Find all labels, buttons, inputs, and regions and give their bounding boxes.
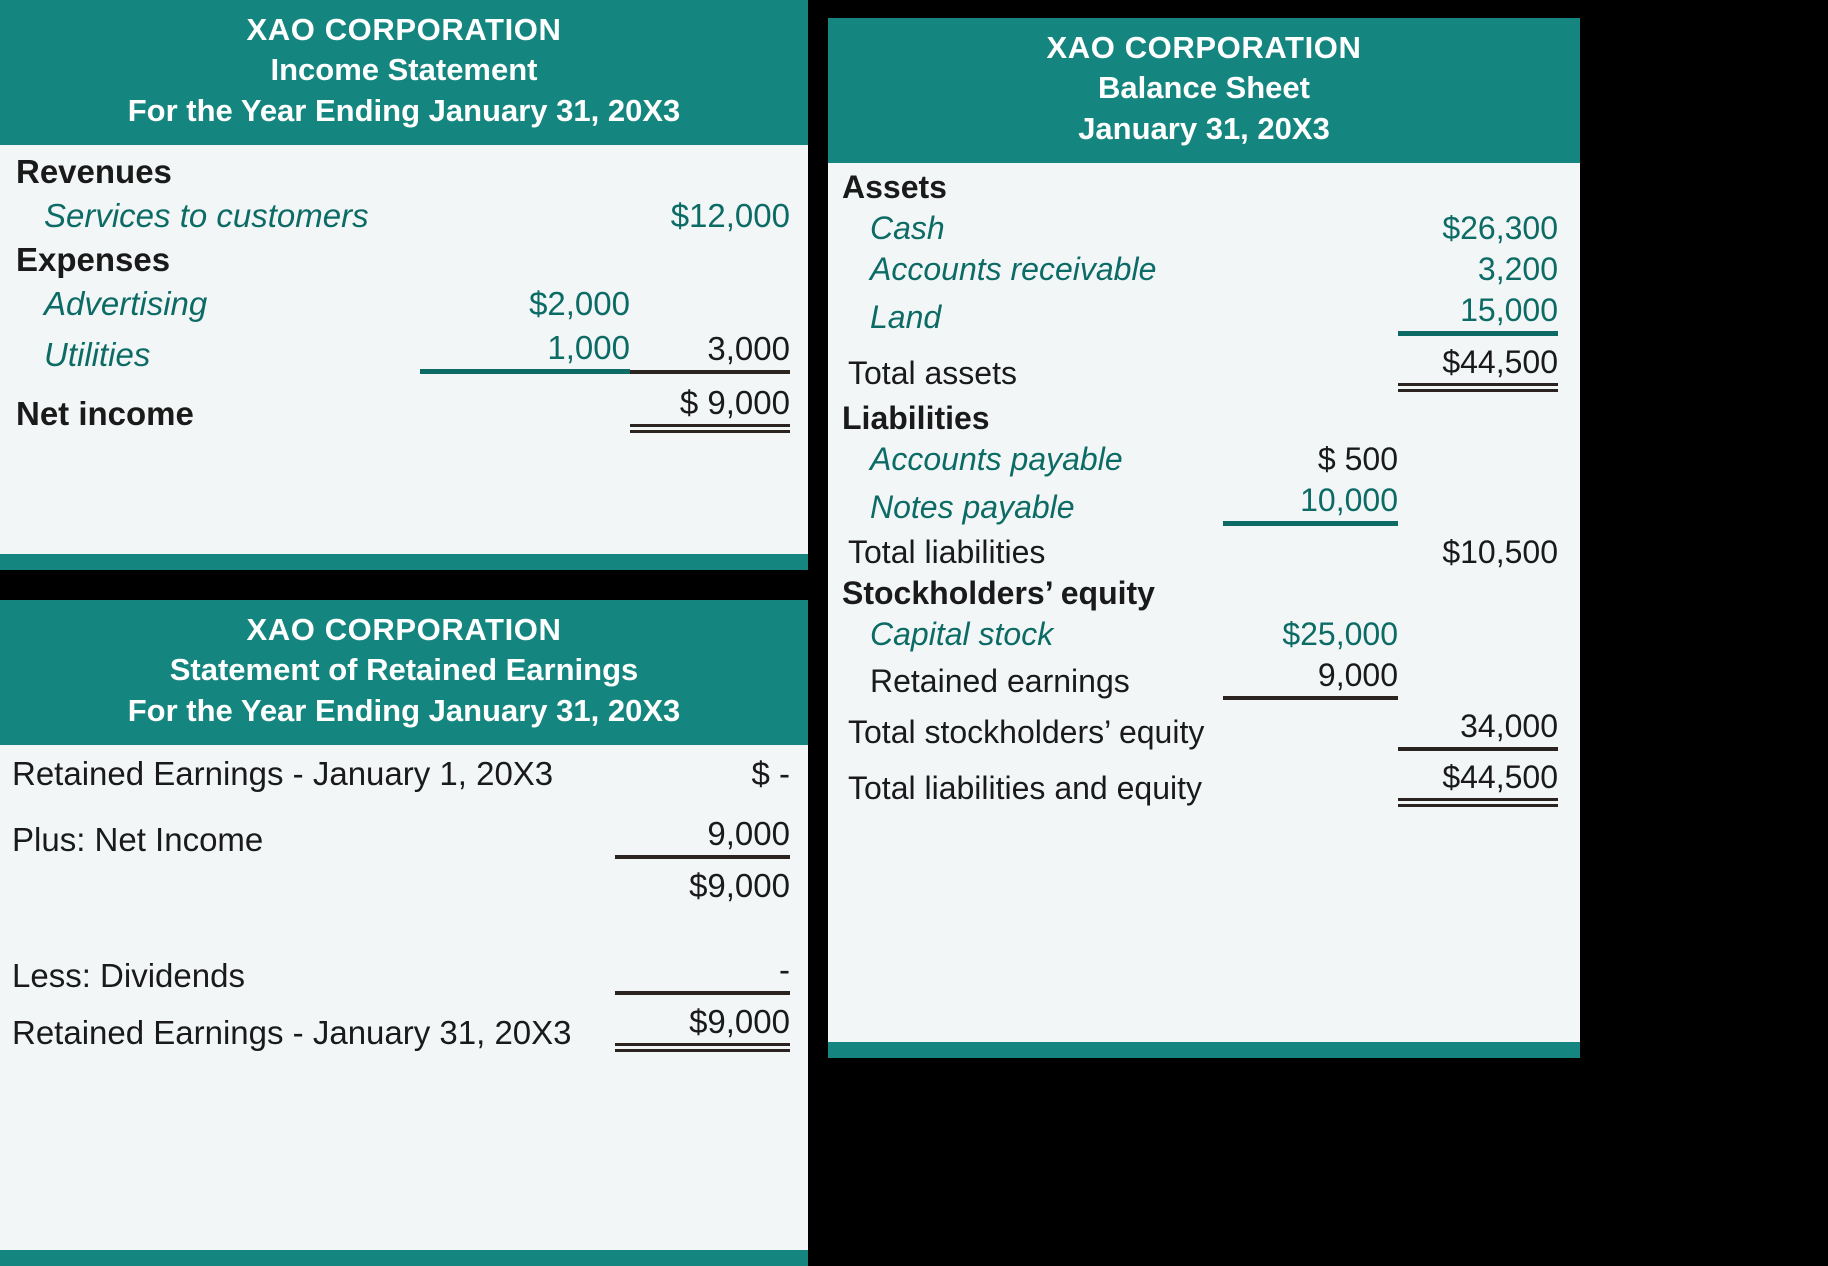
income-statement-card: XAO CORPORATION Income Statement For the…	[0, 0, 808, 570]
table-row: Cash $26,300	[842, 210, 1558, 247]
table-row: Less: Dividends -	[12, 951, 790, 995]
income-statement-footer-bar	[0, 554, 808, 570]
table-row: Notes payable 10,000	[842, 482, 1558, 526]
income-statement-period: For the Year Ending January 31, 20X3	[127, 92, 681, 128]
table-row: Total stockholders’ equity 34,000	[842, 708, 1558, 751]
utilities-amount: 1,000	[420, 329, 630, 374]
services-to-customers-amount: $12,000	[670, 196, 790, 234]
assets-section-label: Assets	[842, 168, 947, 205]
plus-net-income-amount: 9,000	[615, 815, 790, 859]
total-expenses-amount: 3,000	[630, 330, 790, 374]
retained-earnings-company: XAO CORPORATION	[246, 612, 562, 647]
table-row: Retained earnings 9,000	[842, 657, 1558, 700]
capital-stock-amount: $25,000	[1282, 615, 1398, 652]
income-statement-title: Income Statement	[270, 52, 538, 88]
table-row: Total liabilities $10,500	[842, 534, 1558, 571]
table-row: Expenses	[16, 241, 790, 279]
income-statement-company: XAO CORPORATION	[246, 12, 562, 47]
balance-sheet-title: Balance Sheet	[1098, 70, 1310, 106]
financial-statements-page: XAO CORPORATION Income Statement For the…	[0, 0, 1828, 1266]
total-stockholders-equity-amount: 34,000	[1398, 708, 1558, 751]
retained-earnings-period: For the Year Ending January 31, 20X3	[127, 692, 681, 728]
table-row: Advertising $2,000	[16, 285, 790, 323]
balance-sheet-card: XAO CORPORATION Balance Sheet January 31…	[828, 18, 1580, 1058]
retained-earnings-beginning-amount: $ -	[751, 754, 790, 792]
balance-sheet-period: January 31, 20X3	[1078, 110, 1330, 146]
retained-earnings-subtotal-amount: $9,000	[689, 866, 790, 904]
income-statement-body: Revenues Services to customers $12,000 E…	[0, 145, 808, 554]
land-amount: 15,000	[1398, 292, 1558, 336]
stockholders-equity-section-label: Stockholders’ equity	[842, 574, 1155, 611]
table-row: Revenues	[16, 153, 790, 191]
table-row: Retained Earnings - January 1, 20X3 $ -	[12, 755, 790, 793]
revenues-section-label: Revenues	[16, 152, 172, 190]
total-liabilities-label: Total liabilities	[848, 533, 1046, 570]
income-statement-header: XAO CORPORATION Income Statement For the…	[0, 0, 808, 145]
total-liabilities-amount: $10,500	[1442, 533, 1558, 570]
capital-stock-label: Capital stock	[870, 615, 1054, 652]
table-row: Accounts payable $ 500	[842, 441, 1558, 478]
accounts-receivable-label: Accounts receivable	[870, 250, 1157, 287]
table-row: Total assets $44,500	[842, 344, 1558, 392]
advertising-label: Advertising	[44, 284, 208, 322]
table-row: Assets	[842, 169, 1558, 206]
retained-earnings-ending-amount: $9,000	[615, 1003, 790, 1052]
liabilities-section-label: Liabilities	[842, 399, 990, 436]
less-dividends-label: Less: Dividends	[12, 956, 245, 994]
advertising-amount: $2,000	[529, 284, 630, 322]
less-dividends-amount: -	[615, 951, 790, 995]
total-assets-label: Total assets	[848, 354, 1017, 391]
net-income-label: Net income	[16, 394, 194, 432]
balance-sheet-body: Assets Cash $26,300 Accounts receivable …	[828, 163, 1580, 1042]
retained-earnings-beginning-label: Retained Earnings - January 1, 20X3	[12, 754, 554, 792]
accounts-payable-amount: $ 500	[1317, 440, 1398, 477]
accounts-payable-label: Accounts payable	[870, 440, 1123, 477]
expenses-section-label: Expenses	[16, 240, 171, 278]
cash-label: Cash	[870, 209, 945, 246]
table-row: Retained Earnings - January 31, 20X3 $9,…	[12, 1003, 790, 1052]
table-row: Utilities 1,000 3,000	[16, 329, 790, 374]
table-row: Net income $ 9,000	[16, 384, 790, 433]
net-income-amount: $ 9,000	[630, 384, 790, 433]
table-row: Accounts receivable 3,200	[842, 251, 1558, 288]
retained-earnings-body: Retained Earnings - January 1, 20X3 $ - …	[0, 745, 808, 1250]
table-row: Capital stock $25,000	[842, 616, 1558, 653]
table-row: Stockholders’ equity	[842, 575, 1558, 612]
retained-earnings-title: Statement of Retained Earnings	[169, 652, 639, 688]
notes-payable-label: Notes payable	[870, 488, 1075, 525]
table-row: Services to customers $12,000	[16, 197, 790, 235]
table-row: Land 15,000	[842, 292, 1558, 336]
total-assets-amount: $44,500	[1398, 344, 1558, 392]
balance-sheet-footer-bar	[828, 1042, 1580, 1058]
balance-sheet-company: XAO CORPORATION	[1046, 30, 1362, 65]
utilities-label: Utilities	[44, 335, 151, 373]
retained-earnings-bs-label: Retained earnings	[870, 662, 1130, 699]
table-row: Total liabilities and equity $44,500	[842, 759, 1558, 807]
table-row: Plus: Net Income 9,000	[12, 815, 790, 859]
land-label: Land	[870, 298, 942, 335]
retained-earnings-ending-label: Retained Earnings - January 31, 20X3	[12, 1013, 572, 1051]
retained-earnings-card: XAO CORPORATION Statement of Retained Ea…	[0, 600, 808, 1266]
notes-payable-amount: 10,000	[1223, 482, 1398, 526]
retained-earnings-bs-amount: 9,000	[1223, 657, 1398, 700]
table-row: $9,000	[12, 867, 790, 905]
plus-net-income-label: Plus: Net Income	[12, 820, 264, 858]
total-stockholders-equity-label: Total stockholders’ equity	[848, 713, 1205, 750]
services-to-customers-label: Services to customers	[44, 196, 369, 234]
cash-amount: $26,300	[1442, 209, 1558, 246]
total-liabilities-and-equity-amount: $44,500	[1398, 759, 1558, 807]
total-liabilities-and-equity-label: Total liabilities and equity	[848, 769, 1202, 806]
retained-earnings-header: XAO CORPORATION Statement of Retained Ea…	[0, 600, 808, 745]
table-row: Liabilities	[842, 400, 1558, 437]
balance-sheet-header: XAO CORPORATION Balance Sheet January 31…	[828, 18, 1580, 163]
accounts-receivable-amount: 3,200	[1477, 250, 1558, 287]
retained-earnings-footer-bar	[0, 1250, 808, 1266]
